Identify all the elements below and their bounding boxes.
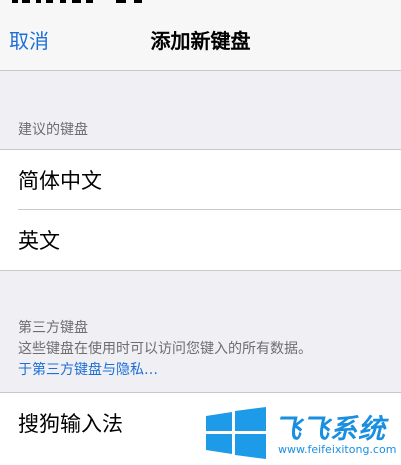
- third-party-keyboards-title: 第三方键盘: [18, 320, 88, 336]
- site-watermark: 飞飞系统 www.feifeixitong.com: [202, 405, 401, 462]
- third-party-privacy-link[interactable]: 于第三方键盘与隐私…: [18, 360, 398, 381]
- keyboard-row-label: 简体中文: [18, 169, 102, 193]
- status-bar-glyphs: [12, 0, 142, 3]
- suggested-keyboards-list: 简体中文 英文: [0, 149, 401, 271]
- keyboard-row-simplified-chinese[interactable]: 简体中文: [0, 150, 401, 210]
- third-party-section-header: 第三方键盘 这些键盘在使用时可以访问您键入的所有数据。 于第三方键盘与隐私…: [18, 318, 398, 381]
- add-keyboard-screen: 取消 添加新键盘 建议的键盘 简体中文 英文 第三方键盘 这些键盘在使用时可以访…: [0, 0, 401, 465]
- keyboard-row-english[interactable]: 英文: [0, 210, 401, 270]
- windows-logo-icon: [206, 407, 266, 459]
- navigation-bar: 取消 添加新键盘: [0, 8, 401, 71]
- keyboard-row-label: 英文: [18, 229, 60, 253]
- status-bar: [0, 0, 401, 8]
- suggested-keyboards-header: 建议的键盘: [18, 122, 88, 138]
- watermark-brand: 飞飞系统: [274, 414, 386, 445]
- watermark-url: www.feifeixitong.com: [278, 443, 397, 456]
- page-title: 添加新键盘: [150, 29, 251, 53]
- keyboard-row-label: 搜狗输入法: [18, 412, 123, 436]
- third-party-description: 这些键盘在使用时可以访问您键入的所有数据。: [18, 341, 312, 357]
